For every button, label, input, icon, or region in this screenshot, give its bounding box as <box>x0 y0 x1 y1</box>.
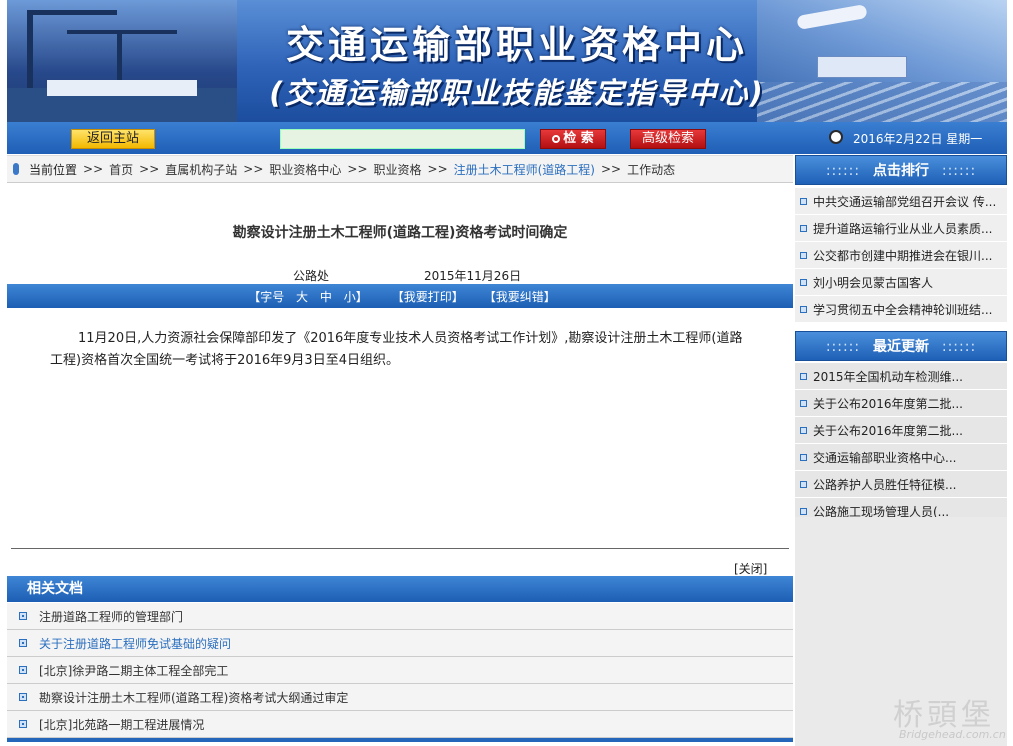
recent-link[interactable]: 公路养护人员胜任特征模... <box>813 476 956 493</box>
bullet-icon <box>800 197 807 205</box>
recent-link[interactable]: 2015年全国机动车检测维... <box>813 368 963 385</box>
breadcrumb-separator: >> <box>83 162 104 176</box>
advanced-search-button[interactable]: 高级检索 <box>630 129 706 149</box>
font-large-link[interactable]: 大 <box>296 290 308 304</box>
breadcrumb-label: 当前位置 <box>29 162 78 177</box>
breadcrumb-center[interactable]: 职业资格中心 <box>269 161 341 178</box>
search-icon <box>552 135 561 143</box>
breadcrumb-separator: >> <box>601 162 622 176</box>
ranking-link[interactable]: 学习贯彻五中全会精神轮训班结... <box>813 301 992 318</box>
font-size-label: 【字号 <box>248 289 285 304</box>
breadcrumb-separator: >> <box>139 162 160 176</box>
related-docs-heading: 相关文档 <box>7 576 793 602</box>
breadcrumb-separator: >> <box>243 162 264 176</box>
ranking-link[interactable]: 中共交通运输部党组召开会议 传... <box>813 193 996 210</box>
bullet-icon <box>800 224 807 232</box>
breadcrumb-work-news[interactable]: 工作动态 <box>627 161 675 178</box>
bullet-icon <box>800 426 807 434</box>
breadcrumb-separator: >> <box>347 162 368 176</box>
bullet-icon <box>19 639 27 647</box>
list-item[interactable]: 关于注册道路工程师免试基础的疑问 <box>7 630 793 657</box>
home-button[interactable]: 返回主站 <box>71 129 155 149</box>
article-date: 2015年11月26日 <box>424 269 522 283</box>
article-toolbar: 【字号 大 中 小】 【我要打印】 【我要纠错】 <box>7 284 793 308</box>
list-item[interactable]: [北京]徐尹路二期主体工程全部完工 <box>7 657 793 684</box>
breadcrumb-substations[interactable]: 直属机构子站 <box>165 161 237 178</box>
site-banner: 交通运输部职业资格中心 (交通运输部职业技能鉴定指导中心) <box>7 0 1007 122</box>
search-button[interactable]: 检 索 <box>540 129 606 149</box>
port-scene-image <box>7 0 237 122</box>
ranking-link[interactable]: 提升道路运输行业从业人员素质... <box>813 220 992 237</box>
search-button-label: 检 索 <box>563 131 594 146</box>
font-small-link[interactable]: 小】 <box>344 290 368 304</box>
bullet-icon <box>19 612 27 620</box>
ranking-heading: :::::: 点击排行 :::::: <box>795 155 1007 185</box>
site-subtitle: (交通运输部职业技能鉴定指导中心) <box>269 76 765 110</box>
list-item[interactable]: 勘察设计注册土木工程师(道路工程)资格考试大纲通过审定 <box>7 684 793 711</box>
bullet-icon <box>800 453 807 461</box>
list-item[interactable]: 中共交通运输部党组召开会议 传... <box>795 188 1007 215</box>
ranking-title: 点击排行 <box>873 163 929 179</box>
ranking-link[interactable]: 刘小明会见蒙古国客人 <box>813 274 933 291</box>
breadcrumb-home[interactable]: 首页 <box>109 161 133 178</box>
article-source: 公路处 <box>293 269 330 283</box>
divider <box>11 548 789 549</box>
transport-scene-image <box>757 0 1007 122</box>
bullet-icon <box>19 720 27 728</box>
recent-link[interactable]: 关于公布2016年度第二批... <box>813 422 963 439</box>
bullet-icon <box>19 666 27 674</box>
list-item[interactable]: 公交都市创建中期推进会在银川... <box>795 242 1007 269</box>
article-body: 11月20日,人力资源社会保障部印发了《2016年度专业技术人员资格考试工作计划… <box>50 331 743 368</box>
list-item[interactable]: [北京]北苑路一期工程进展情况 <box>7 711 793 738</box>
list-item[interactable]: 学习贯彻五中全会精神轮训班结... <box>795 296 1007 323</box>
clock-icon <box>829 130 843 144</box>
watermark-url: Bridgehead.com.cn <box>899 728 1006 741</box>
list-item[interactable]: 关于公布2016年度第二批... <box>795 390 1007 417</box>
recent-list: 2015年全国机动车检测维... 关于公布2016年度第二批... 关于公布20… <box>795 363 1007 525</box>
bullet-icon <box>800 507 807 515</box>
ranking-list: 中共交通运输部党组召开会议 传... 提升道路运输行业从业人员素质... 公交都… <box>795 188 1007 323</box>
current-date: 2016年2月22日 星期一 <box>853 132 983 146</box>
footer-bar <box>7 738 793 742</box>
breadcrumb-separator: >> <box>427 162 448 176</box>
breadcrumb-road-engineer[interactable]: 注册土木工程师(道路工程) <box>454 161 595 178</box>
related-docs-list: 注册道路工程师的管理部门 关于注册道路工程师免试基础的疑问 [北京]徐尹路二期主… <box>7 603 793 738</box>
recent-title: 最近更新 <box>873 339 929 355</box>
bullet-icon <box>800 305 807 313</box>
bullet-icon <box>800 399 807 407</box>
bullet-icon <box>800 251 807 259</box>
recent-link[interactable]: 关于公布2016年度第二批... <box>813 395 963 412</box>
list-item[interactable]: 提升道路运输行业从业人员素质... <box>795 215 1007 242</box>
related-link[interactable]: 勘察设计注册土木工程师(道路工程)资格考试大纲通过审定 <box>39 689 348 706</box>
recent-link[interactable]: 交通运输部职业资格中心... <box>813 449 956 466</box>
list-item[interactable]: 刘小明会见蒙古国客人 <box>795 269 1007 296</box>
breadcrumb-qualification[interactable]: 职业资格 <box>374 161 422 178</box>
related-link[interactable]: 关于注册道路工程师免试基础的疑问 <box>39 635 231 652</box>
bullet-icon <box>800 372 807 380</box>
list-item[interactable]: 关于公布2016年度第二批... <box>795 417 1007 444</box>
article-title: 勘察设计注册土木工程师(道路工程)资格考试时间确定 <box>232 225 568 241</box>
related-link[interactable]: [北京]北苑路一期工程进展情况 <box>39 716 204 733</box>
close-link[interactable]: [关闭] <box>734 560 767 577</box>
bullet-icon <box>800 278 807 286</box>
related-link[interactable]: [北京]徐尹路二期主体工程全部完工 <box>39 662 228 679</box>
list-item[interactable]: 2015年全国机动车检测维... <box>795 363 1007 390</box>
top-nav-bar: 返回主站 检 索 高级检索 2016年2月22日 星期一 <box>7 122 1007 154</box>
ranking-link[interactable]: 公交都市创建中期推进会在银川... <box>813 247 992 264</box>
list-item[interactable]: 交通运输部职业资格中心... <box>795 444 1007 471</box>
list-item[interactable]: 注册道路工程师的管理部门 <box>7 603 793 630</box>
font-medium-link[interactable]: 中 <box>320 290 332 304</box>
bullet-icon <box>19 693 27 701</box>
location-pin-icon <box>13 163 19 175</box>
list-item[interactable]: 公路养护人员胜任特征模... <box>795 471 1007 498</box>
recent-heading: :::::: 最近更新 :::::: <box>795 331 1007 361</box>
search-input[interactable] <box>280 129 525 149</box>
font-size-controls: 【字号 大 中 小】 <box>244 288 372 305</box>
related-link[interactable]: 注册道路工程师的管理部门 <box>39 608 183 625</box>
site-title: 交通运输部职业资格中心 <box>285 23 748 67</box>
report-error-link[interactable]: 【我要纠错】 <box>484 288 556 305</box>
bullet-icon <box>800 480 807 488</box>
breadcrumb: 当前位置 >> 首页 >> 直属机构子站 >> 职业资格中心 >> 职业资格 >… <box>7 155 793 183</box>
print-link[interactable]: 【我要打印】 <box>392 288 464 305</box>
